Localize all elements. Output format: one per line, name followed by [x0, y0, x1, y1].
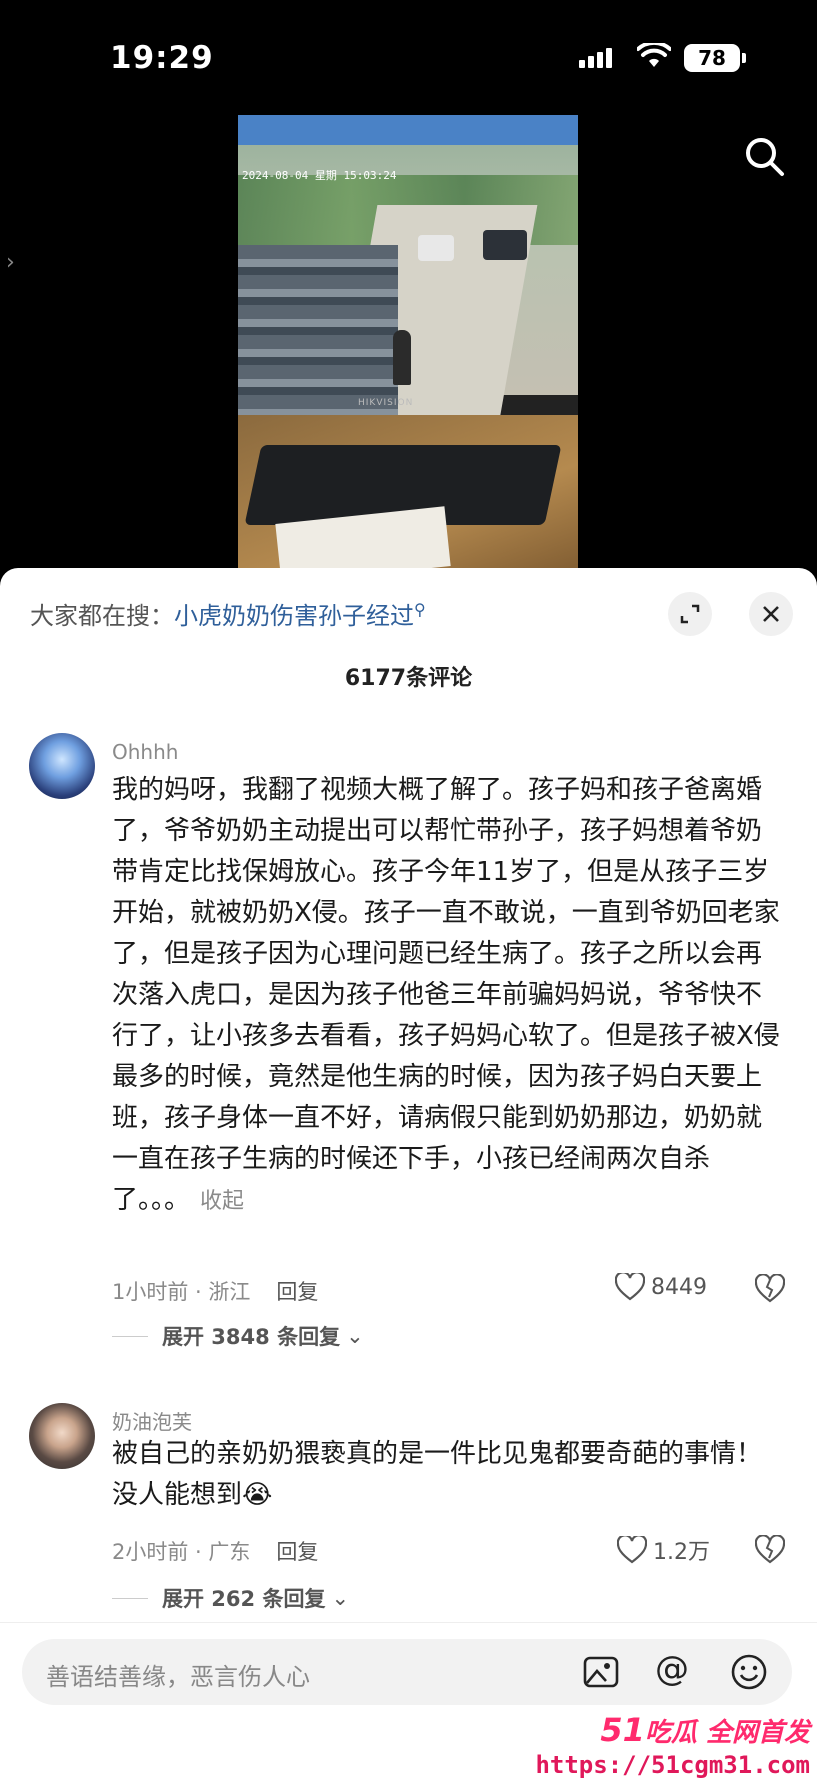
expand-replies[interactable]: 展开 3848 条回复 ⌄	[112, 1321, 364, 1351]
video-area[interactable]: 19:29 78 › 2024-08-04 星期 15:03:24 HIKVIS…	[0, 0, 817, 580]
emoji-icon[interactable]	[730, 1653, 768, 1691]
avatar[interactable]	[29, 1403, 95, 1469]
watermark-text: 吃瓜 全网首发	[644, 1718, 810, 1748]
person	[393, 330, 411, 385]
comment-username[interactable]: 奶油泡芙	[112, 1406, 192, 1435]
comment-text: 我的妈呀，我翻了视频大概了解了。孩子妈和孩子爸离婚了，爷爷奶奶主动提出可以帮忙带…	[112, 770, 782, 1222]
image-icon[interactable]	[582, 1653, 620, 1691]
watermark: 51吃瓜 全网首发 https://51cgm31.com	[520, 1711, 810, 1778]
comment-meta: 1小时前 · 浙江 回复	[112, 1276, 318, 1306]
broken-heart-icon[interactable]	[755, 1274, 785, 1304]
expand-replies-label: 展开 3848 条回复	[162, 1325, 341, 1349]
comment-time-location: 2小时前 · 广东	[112, 1540, 251, 1564]
trending-prefix: 大家都在搜：	[30, 602, 174, 630]
comment-meta: 2小时前 · 广东 回复	[112, 1536, 318, 1566]
trending-link[interactable]: 小虎奶奶伤害孙子经过	[174, 602, 414, 630]
status-time: 19:29	[110, 40, 214, 76]
expand-replies-label: 展开 262 条回复	[162, 1587, 326, 1611]
car	[483, 230, 527, 260]
expand-button[interactable]	[668, 592, 712, 636]
comment-input-bar: 善语结善缘，恶言伤人心 @ 51吃瓜 全网首发 https://51cgm31.…	[0, 1622, 817, 1778]
comments-panel: 大家都在搜：小虎奶奶伤害孙子经过⚲ 6177条评论 Ohhhh 我的妈呀，我翻了…	[0, 568, 817, 1778]
like-button[interactable]: 8449	[615, 1273, 707, 1301]
heart-icon	[615, 1273, 645, 1301]
comment-body: 被自己的亲奶奶猥亵真的是一件比见鬼都要奇葩的事情！没人能想到😭	[112, 1439, 763, 1510]
monitor-taskbar	[238, 115, 578, 145]
search-small-icon: ⚲	[414, 600, 426, 619]
chevron-down-icon: ⌄	[331, 1586, 350, 1610]
reply-button[interactable]: 回复	[276, 1280, 318, 1304]
car	[418, 235, 454, 261]
watermark-brand: 51吃瓜 全网首发	[520, 1711, 810, 1749]
divider	[112, 1597, 148, 1599]
expand-replies[interactable]: 展开 262 条回复 ⌄	[112, 1583, 349, 1613]
like-button[interactable]: 1.2万	[617, 1534, 710, 1566]
signal-icon	[579, 48, 612, 68]
like-count: 1.2万	[653, 1540, 710, 1565]
comment-body: 我的妈呀，我翻了视频大概了解了。孩子妈和孩子爸离婚了，爷爷奶奶主动提出可以帮忙带…	[112, 775, 780, 1215]
like-count: 8449	[651, 1274, 707, 1300]
close-button[interactable]	[749, 592, 793, 636]
chevron-right-icon[interactable]: ›	[6, 250, 15, 275]
comment-username[interactable]: Ohhhh	[112, 740, 178, 764]
video-frame[interactable]: 2024-08-04 星期 15:03:24 HIKVISION	[238, 115, 578, 580]
close-icon	[763, 606, 779, 622]
at-icon[interactable]: @	[652, 1649, 692, 1689]
battery-icon: 78	[684, 44, 746, 72]
cctv-timestamp: 2024-08-04 星期 15:03:24	[242, 169, 397, 182]
heart-icon	[617, 1536, 647, 1564]
reply-button[interactable]: 回复	[276, 1540, 318, 1564]
trending-search[interactable]: 大家都在搜：小虎奶奶伤害孙子经过⚲	[30, 596, 426, 631]
broken-heart-icon[interactable]	[755, 1535, 785, 1565]
avatar[interactable]	[29, 733, 95, 799]
expand-icon	[680, 604, 700, 624]
comment-text: 被自己的亲奶奶猥亵真的是一件比见鬼都要奇葩的事情！没人能想到😭	[112, 1434, 782, 1516]
comment-count: 6177条评论	[344, 666, 473, 691]
comment-input[interactable]: 善语结善缘，恶言伤人心 @	[22, 1639, 792, 1705]
wifi-icon	[637, 43, 671, 67]
divider	[112, 1335, 148, 1337]
chevron-down-icon: ⌄	[346, 1324, 364, 1348]
comment-input-placeholder: 善语结善缘，恶言伤人心	[46, 1663, 310, 1691]
comment-time-location: 1小时前 · 浙江	[112, 1280, 251, 1304]
watermark-num: 51	[600, 1711, 645, 1749]
monitor-brand: HIKVISION	[358, 398, 414, 408]
search-icon[interactable]	[742, 134, 786, 178]
collapse-link[interactable]: 收起	[200, 1189, 244, 1214]
watermark-url: https://51cgm31.com	[535, 1751, 810, 1778]
